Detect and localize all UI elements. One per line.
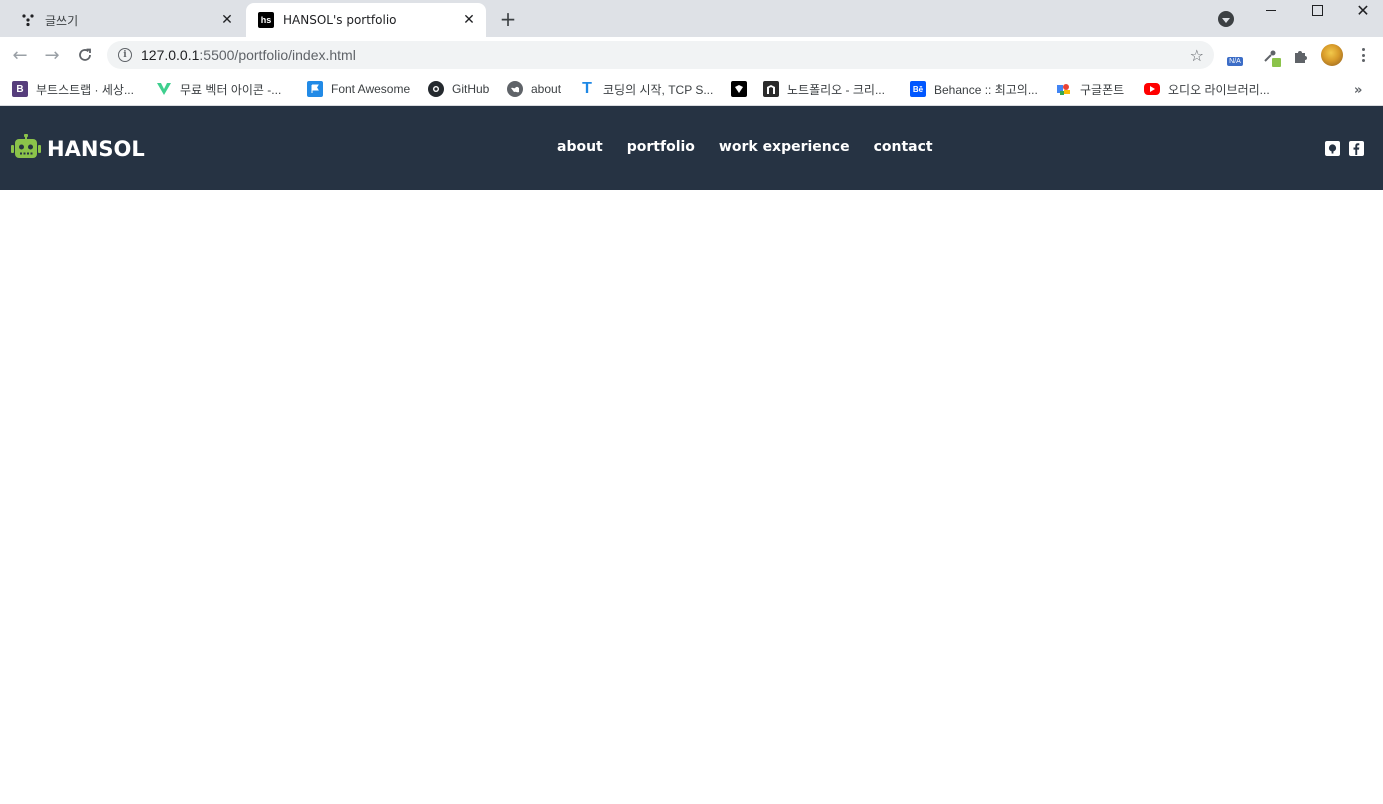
- browser-menu-icon[interactable]: [1357, 46, 1369, 64]
- bookmark-vector-icons[interactable]: 무료 벡터 아이콘 -...: [156, 79, 281, 99]
- bookmark-font-awesome[interactable]: Font Awesome: [307, 79, 410, 99]
- github-icon: [428, 81, 444, 97]
- url-path: :5500/portfolio/index.html: [199, 47, 356, 63]
- notefolio-icon: [763, 81, 779, 97]
- tab-write[interactable]: 글쓰기 ✕: [8, 3, 244, 37]
- bookmark-label: about: [531, 82, 562, 96]
- bookmark-google-fonts[interactable]: 구글폰트: [1056, 79, 1124, 99]
- favicon-text: hs: [260, 15, 272, 25]
- back-arrow-icon[interactable]: ←: [10, 45, 30, 66]
- bookmark-label: 오디오 라이브러리...: [1168, 82, 1270, 97]
- browser-toolbar: ← → i 127.0.0.1:5500/portfolio/index.htm…: [0, 37, 1383, 73]
- bookmark-bootstrap[interactable]: B 부트스트랩 · 세상...: [12, 79, 134, 99]
- tab-title: HANSOL's portfolio: [283, 13, 397, 27]
- site-logo[interactable]: HANSOL: [11, 133, 145, 164]
- github-square-icon[interactable]: [1325, 141, 1340, 156]
- menu-item-about[interactable]: about: [557, 139, 603, 155]
- vector-icon: [156, 81, 172, 97]
- dark-bookmark-icon: [731, 81, 747, 97]
- profile-avatar[interactable]: [1321, 44, 1343, 66]
- bookmark-label: Behance :: 최고의...: [934, 82, 1038, 97]
- logo-text: HANSOL: [47, 137, 145, 161]
- extension-badge: N/A: [1227, 56, 1243, 66]
- url-host: 127.0.0.1: [141, 47, 200, 63]
- tab-title: 글쓰기: [45, 13, 79, 28]
- main-menu: about portfolio work experience contact: [557, 139, 957, 155]
- social-links: [1325, 141, 1373, 156]
- bookmark-tcp-school[interactable]: T 코딩의 시작, TCP S...: [579, 79, 713, 99]
- tab-close-icon[interactable]: ✕: [219, 12, 235, 28]
- bookmark-label: 노트폴리오 - 크리...: [787, 82, 885, 97]
- bookmark-star-icon[interactable]: ☆: [1190, 46, 1204, 65]
- bookmark-label: Font Awesome: [331, 82, 411, 96]
- tab-hansol-portfolio[interactable]: hs HANSOL's portfolio ✕: [246, 3, 486, 37]
- tab-close-icon[interactable]: ✕: [461, 12, 477, 28]
- bookmark-label: 코딩의 시작, TCP S...: [603, 82, 714, 97]
- bookmark-github[interactable]: GitHub: [428, 79, 489, 99]
- globe-icon: [507, 81, 523, 97]
- new-tab-button[interactable]: +: [497, 7, 519, 31]
- bookmark-dark[interactable]: [731, 79, 755, 99]
- page-content: [0, 190, 1383, 804]
- bootstrap-icon: B: [12, 81, 28, 97]
- facebook-square-icon[interactable]: [1349, 141, 1364, 156]
- address-bar[interactable]: i 127.0.0.1:5500/portfolio/index.html ☆: [107, 41, 1214, 69]
- tab-search-icon[interactable]: [1218, 11, 1234, 27]
- bookmark-behance[interactable]: Bē Behance :: 최고의...: [910, 79, 1038, 99]
- window-minimize-button[interactable]: [1248, 0, 1294, 20]
- font-awesome-icon: [307, 81, 323, 97]
- forward-arrow-icon[interactable]: →: [42, 45, 62, 66]
- hs-favicon-icon: hs: [258, 12, 274, 28]
- behance-icon: Bē: [910, 81, 926, 97]
- site-info-icon[interactable]: i: [118, 48, 132, 62]
- youtube-icon: [1144, 83, 1160, 95]
- color-dropper-extension-icon[interactable]: [1259, 45, 1281, 67]
- robot-icon: [11, 133, 41, 164]
- menu-item-contact[interactable]: contact: [874, 139, 933, 155]
- site-navbar: HANSOL about portfolio work experience c…: [0, 106, 1383, 190]
- bookmark-about[interactable]: about: [507, 79, 561, 99]
- extensions-puzzle-icon[interactable]: [1289, 45, 1311, 67]
- bookmark-audio-library[interactable]: 오디오 라이브러리...: [1144, 79, 1270, 99]
- window-close-button[interactable]: ✕: [1340, 0, 1383, 20]
- reload-icon[interactable]: [75, 45, 95, 65]
- menu-item-portfolio[interactable]: portfolio: [627, 139, 695, 155]
- window-maximize-button[interactable]: [1294, 0, 1340, 20]
- google-fonts-icon: [1056, 81, 1072, 97]
- menu-item-work-experience[interactable]: work experience: [719, 139, 850, 155]
- bookmarks-bar: B 부트스트랩 · 세상... 무료 벡터 아이콘 -... Font Awes…: [0, 73, 1383, 106]
- browser-tab-strip: 글쓰기 ✕ hs HANSOL's portfolio ✕ + ✕: [0, 0, 1383, 37]
- tcp-icon: T: [582, 80, 592, 97]
- bookmarks-overflow-icon[interactable]: »: [1354, 83, 1362, 98]
- na-extension-icon[interactable]: N/A: [1224, 45, 1246, 67]
- dots-favicon-icon: [20, 12, 36, 28]
- bookmark-label: 부트스트랩 · 세상...: [36, 82, 134, 97]
- bookmark-label: GitHub: [452, 82, 490, 96]
- bookmark-label: 구글폰트: [1080, 82, 1125, 97]
- url-text: 127.0.0.1:5500/portfolio/index.html: [141, 47, 356, 63]
- bookmark-notefolio[interactable]: 노트폴리오 - 크리...: [763, 79, 885, 99]
- bookmark-label: 무료 벡터 아이콘 -...: [180, 82, 282, 97]
